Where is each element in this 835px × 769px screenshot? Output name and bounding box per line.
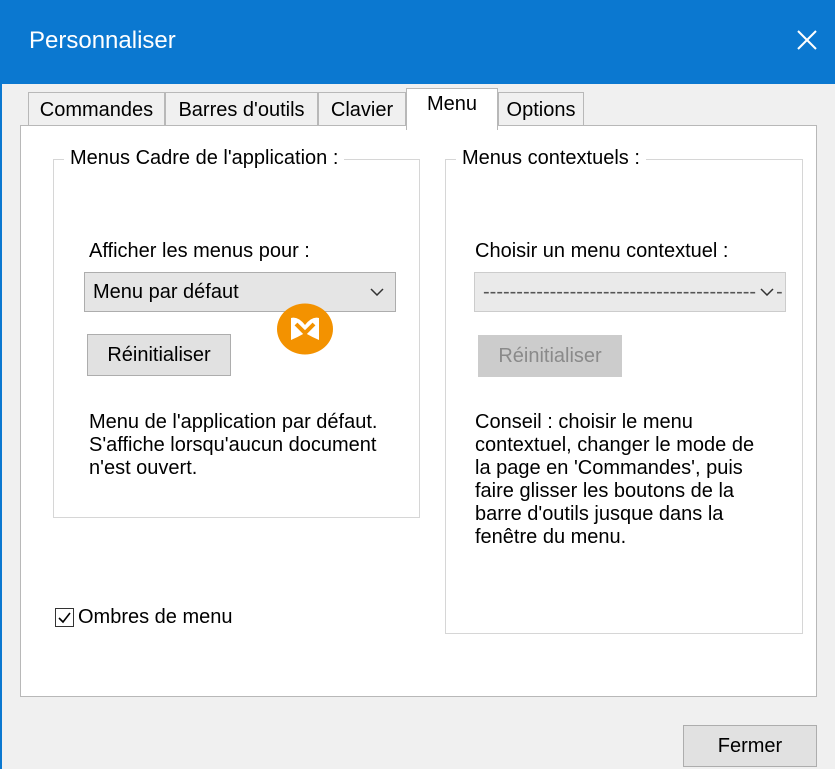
context-menu-reset-button[interactable]: Réinitialiser <box>478 335 622 377</box>
tab-bar: Commandes Barres d'outils Clavier Menu O… <box>28 88 818 130</box>
context-menu-dropdown[interactable]: ----------------------------------------… <box>474 272 786 312</box>
context-menus-legend: Menus contextuels : <box>456 145 646 171</box>
tip-line: fenêtre du menu. <box>475 526 627 548</box>
tip-line: Conseil : choisir le menu <box>475 411 693 433</box>
title-bar: Personnaliser <box>0 0 835 84</box>
menu-shadows-option[interactable]: Ombres de menu <box>55 604 233 630</box>
customize-dialog: Personnaliser Commandes Barres d'outils … <box>0 0 835 769</box>
app-menus-group: Menus Cadre de l'application : Afficher … <box>53 145 420 518</box>
tab-clavier[interactable]: Clavier <box>318 92 406 126</box>
checkmark-icon <box>58 612 71 623</box>
tip-line: barre d'outils jusque dans la <box>475 503 724 525</box>
app-menu-reset-button[interactable]: Réinitialiser <box>87 334 231 376</box>
tab-options[interactable]: Options <box>498 92 584 126</box>
context-menu-tip: Conseil : choisir le menu contextuel, ch… <box>475 411 754 549</box>
show-menus-for-label: Afficher les menus pour : <box>89 240 310 262</box>
tab-menu[interactable]: Menu <box>406 88 498 130</box>
context-menus-group: Menus contextuels : Choisir un menu cont… <box>445 145 803 634</box>
close-button[interactable] <box>779 12 835 68</box>
context-menu-value: ----------------------------------------… <box>483 281 783 303</box>
altova-m-logo-icon <box>276 303 334 355</box>
window-border <box>0 84 2 769</box>
close-icon <box>797 30 817 50</box>
chevron-down-icon <box>367 273 387 311</box>
close-dialog-button[interactable]: Fermer <box>683 725 817 767</box>
tab-barres-outils[interactable]: Barres d'outils <box>165 92 318 126</box>
app-menu-description: Menu de l'application par défaut. S'affi… <box>89 411 377 480</box>
tab-commandes[interactable]: Commandes <box>28 92 165 126</box>
menu-shadows-label: Ombres de menu <box>78 606 233 628</box>
description-line: S'affiche lorsqu'aucun document <box>89 434 377 456</box>
description-line: Menu de l'application par défaut. <box>89 411 378 433</box>
tip-line: faire glisser les boutons de la <box>475 480 735 502</box>
choose-context-menu-label: Choisir un menu contextuel : <box>475 240 729 262</box>
menu-shadows-checkbox[interactable] <box>55 607 74 627</box>
window-title: Personnaliser <box>29 27 176 54</box>
show-menus-for-value: Menu par défaut <box>93 281 239 303</box>
chevron-down-icon <box>757 273 777 311</box>
tip-line: la page en 'Commandes', puis <box>475 457 743 479</box>
app-menus-legend: Menus Cadre de l'application : <box>64 145 345 171</box>
tip-line: contextuel, changer le mode de <box>475 434 755 456</box>
show-menus-for-dropdown[interactable]: Menu par défaut <box>84 272 396 312</box>
description-line: n'est ouvert. <box>89 457 198 479</box>
